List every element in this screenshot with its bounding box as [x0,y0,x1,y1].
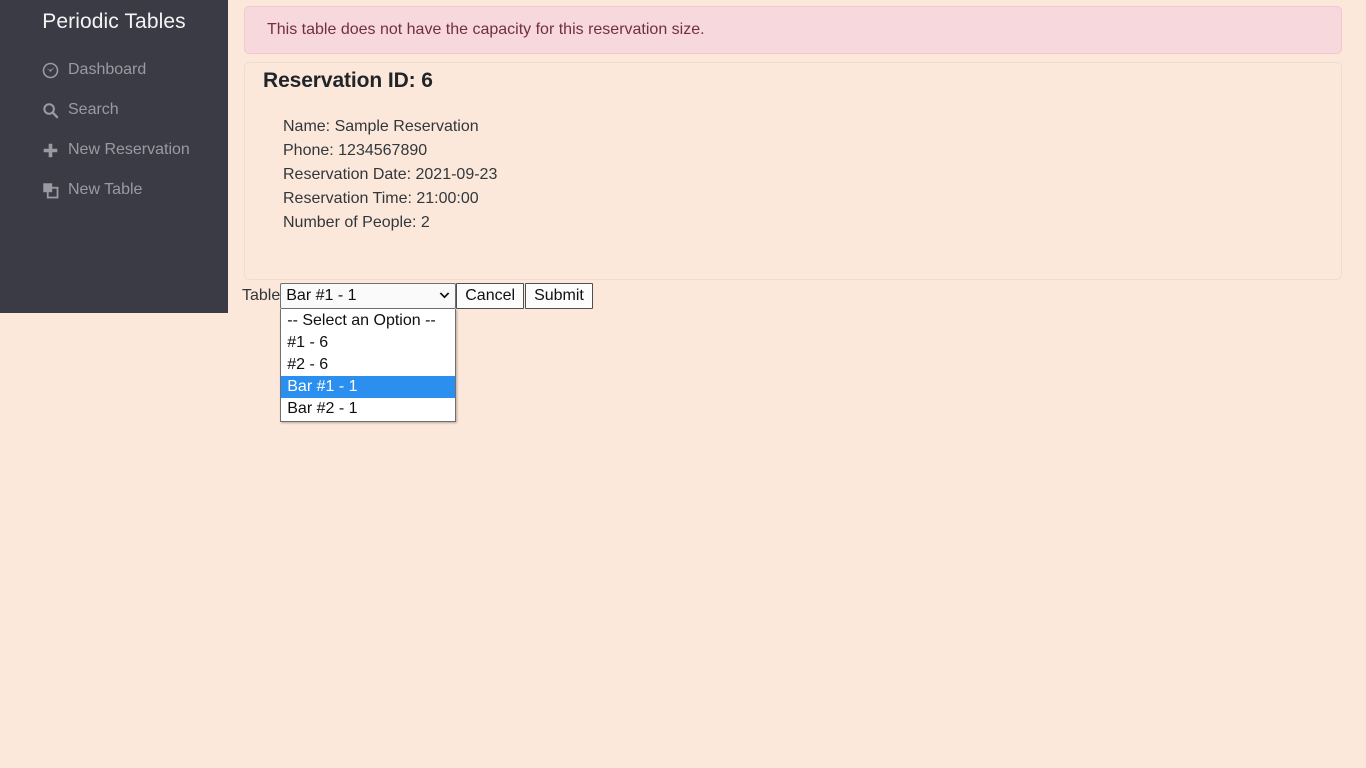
main-content: This table does not have the capacity fo… [228,0,1366,768]
reservation-card: Reservation ID: 6 Name: Sample Reservati… [244,62,1342,280]
sidebar-item-dashboard-label: Dashboard [68,61,147,78]
table-select-label: Table [242,287,281,304]
sidebar-item-new-reservation[interactable]: New Reservation [0,130,228,170]
table-select-value: Bar #1 - 1 [286,287,357,304]
app-brand-title: Periodic Tables [42,10,186,33]
reservation-time: Reservation Time: 21:00:00 [283,190,479,207]
sidebar-nav: Dashboard Search New Reservation New Tab… [0,50,228,210]
reservation-name: Name: Sample Reservation [283,118,479,135]
sidebar: Periodic Tables Dashboard Search New Res… [0,0,228,313]
reservation-phone: Phone: 1234567890 [283,142,428,159]
reservation-details: Name: Sample Reservation Phone: 12345678… [245,93,1341,235]
sidebar-item-search-label: Search [68,101,119,118]
reservation-date: Reservation Date: 2021-09-23 [283,166,498,183]
clone-icon [42,181,62,199]
page-title: Reservation ID: 6 [263,69,433,92]
sidebar-item-dashboard[interactable]: Dashboard [0,50,228,90]
sidebar-item-new-table[interactable]: New Table [0,170,228,210]
plus-icon [42,141,62,159]
table-option-bar-1[interactable]: Bar #1 - 1 [281,376,456,398]
table-option-bar-2[interactable]: Bar #2 - 1 [281,398,455,420]
sidebar-item-search[interactable]: Search [0,90,228,130]
submit-button[interactable]: Submit [525,283,593,309]
table-option-2[interactable]: #2 - 6 [281,354,455,376]
capacity-error-alert: This table does not have the capacity fo… [244,6,1342,54]
seat-reservation-form: Table Bar #1 - 1 -- Select an Option -- … [242,283,593,422]
dashboard-icon [42,61,62,79]
search-icon [42,101,62,119]
sidebar-item-new-table-label: New Table [68,181,143,198]
table-option-placeholder[interactable]: -- Select an Option -- [281,310,455,332]
chevron-down-icon [437,292,451,300]
cancel-button[interactable]: Cancel [456,283,525,309]
reservation-people: Number of People: 2 [283,214,430,231]
alert-message: This table does not have the capacity fo… [267,21,705,38]
sidebar-item-new-reservation-label: New Reservation [68,141,190,158]
table-select[interactable]: Bar #1 - 1 [280,283,457,309]
table-option-1[interactable]: #1 - 6 [281,332,455,354]
table-select-wrapper: Bar #1 - 1 -- Select an Option -- #1 - 6… [280,283,457,422]
app-root: Periodic Tables Dashboard Search New Res… [0,0,1366,768]
table-select-dropdown[interactable]: -- Select an Option -- #1 - 6 #2 - 6 Bar… [280,309,457,422]
